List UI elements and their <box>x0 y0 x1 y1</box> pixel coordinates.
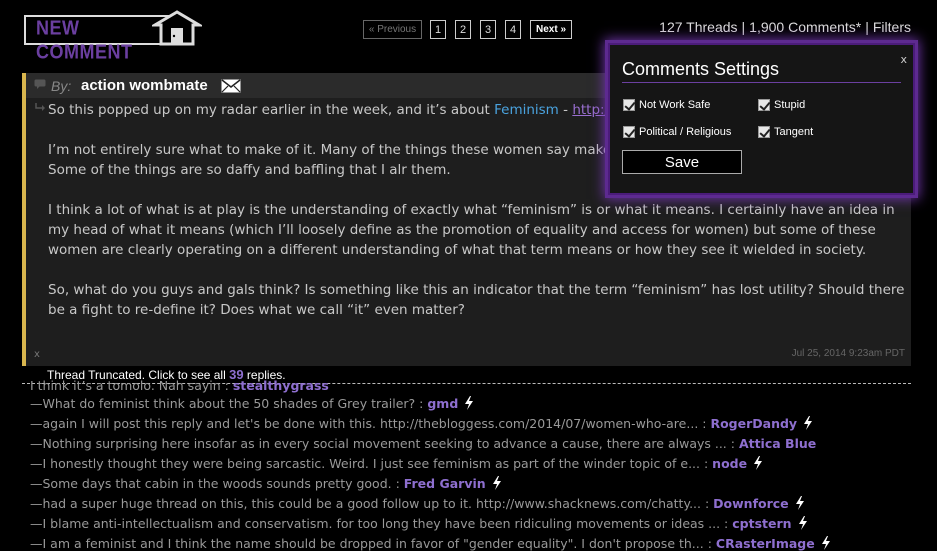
lightning-icon <box>465 396 474 410</box>
option-political-religious[interactable]: Political / Religious <box>623 126 731 138</box>
settings-title: Comments Settings <box>622 59 780 79</box>
reply-author[interactable]: cptstern <box>732 516 791 531</box>
reply-author[interactable]: CRasterImage <box>716 536 815 551</box>
reply-author[interactable]: Fred Garvin <box>404 476 486 491</box>
reply-author[interactable]: Downforce <box>713 496 789 511</box>
stupid-checkbox[interactable] <box>758 99 770 111</box>
lightning-icon <box>804 416 813 430</box>
option-not-work-safe[interactable]: Not Work Safe <box>623 99 710 111</box>
lightning-icon <box>821 536 830 550</box>
reply-arrow-icon <box>35 103 45 111</box>
political-religious-checkbox[interactable] <box>623 126 635 138</box>
previous-page-button[interactable]: « Previous <box>363 20 422 39</box>
page-4-button[interactable]: 4 <box>505 20 521 39</box>
thread-stats: 127 Threads | 1,900 Comments* | Filters <box>659 19 911 35</box>
filters-link[interactable]: Filters <box>873 19 911 35</box>
reply-item[interactable]: —I blame anti-intellectualism and conser… <box>30 516 808 536</box>
post-author[interactable]: action wombmate <box>81 77 208 94</box>
post-timestamp: Jul 25, 2014 9:23am PDT <box>791 348 905 359</box>
post-paragraph-4: So, what do you guys and gals think? Is … <box>48 282 905 318</box>
logo-box: NEW COMMENT <box>24 15 172 63</box>
reply-item[interactable]: I think it’s a tomolo. Nah sayin : steal… <box>30 378 329 398</box>
settings-divider <box>622 82 901 83</box>
reply-author[interactable]: gmd <box>427 396 458 411</box>
reply-item[interactable]: —I honestly thought they were being sarc… <box>30 456 763 476</box>
page-3-button[interactable]: 3 <box>480 20 496 39</box>
lightning-icon <box>754 456 763 470</box>
page-2-button[interactable]: 2 <box>455 20 471 39</box>
reply-item[interactable]: —Some days that cabin in the woods sound… <box>30 476 502 496</box>
not-work-safe-checkbox[interactable] <box>623 99 635 111</box>
reply-author[interactable]: node <box>712 456 747 471</box>
reply-item[interactable]: —again I will post this reply and let's … <box>30 416 813 436</box>
collapse-post-button[interactable]: x <box>34 349 40 360</box>
comment-count: 1,900 Comments* <box>749 19 862 35</box>
close-settings-button[interactable]: x <box>900 53 907 66</box>
comments-settings-popup: x Comments Settings Not Work Safe Stupid… <box>608 43 915 195</box>
next-page-button[interactable]: Next » <box>530 20 572 39</box>
reply-item[interactable]: —I am a feminist and I think the name sh… <box>30 536 831 551</box>
lightning-icon <box>795 496 804 510</box>
mail-icon[interactable] <box>221 79 241 93</box>
lightning-icon <box>798 516 807 530</box>
reply-author[interactable]: stealthygrass <box>233 378 329 393</box>
comment-bubble-icon <box>34 79 46 89</box>
tangent-checkbox[interactable] <box>758 126 770 138</box>
reply-item[interactable]: —Nothing surprising here insofar as in e… <box>30 436 816 456</box>
lightning-icon <box>492 476 501 490</box>
thread-count: 127 Threads <box>659 19 738 35</box>
by-label: By: <box>51 78 72 94</box>
reply-item[interactable]: —What do feminist think about the 50 sha… <box>30 396 474 416</box>
option-tangent[interactable]: Tangent <box>758 126 813 138</box>
page-1-button[interactable]: 1 <box>430 20 446 39</box>
reply-item[interactable]: —had a super huge thread on this, this c… <box>30 496 805 516</box>
logo-text: NEW COMMENT <box>36 15 133 63</box>
post-paragraph-3: I think a lot of what is at play is the … <box>48 202 895 258</box>
house-icon <box>152 10 202 46</box>
feminism-link[interactable]: Feminism <box>494 102 559 118</box>
save-settings-button[interactable]: Save <box>622 150 742 174</box>
new-comment-logo[interactable]: NEW COMMENT <box>24 10 202 63</box>
reply-author[interactable]: Attica Blue <box>739 436 816 451</box>
option-stupid[interactable]: Stupid <box>758 99 805 111</box>
reply-author[interactable]: RogerDandy <box>710 416 797 431</box>
